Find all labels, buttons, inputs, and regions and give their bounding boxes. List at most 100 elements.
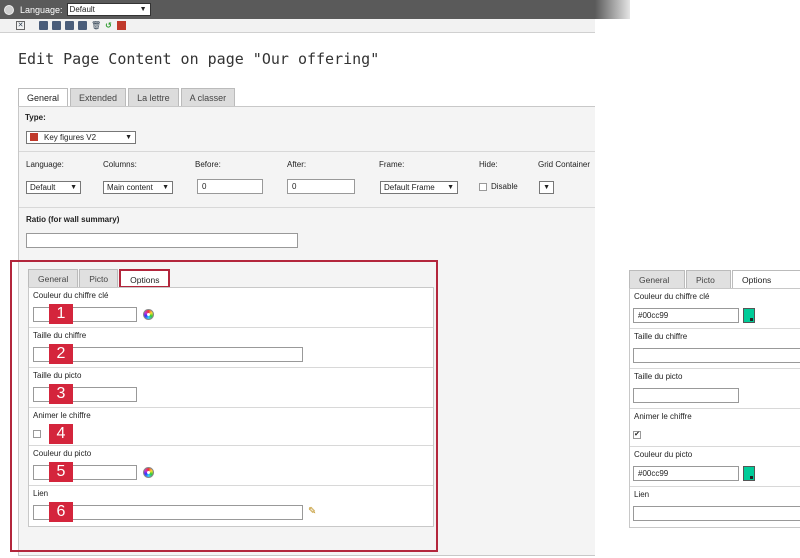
right-field-taille-chiffre: Taille du chiffre [630,329,800,369]
right-lien-input[interactable] [633,506,800,521]
chevron-down-icon: ▼ [543,184,550,191]
lien-input[interactable] [33,505,303,520]
field-label: Taille du chiffre [634,332,688,341]
grid-container-label: Grid Container [538,160,591,169]
right-field-couleur-picto: Couleur du picto #00cc99 [630,447,800,487]
right-taille-chiffre-input[interactable] [633,348,800,363]
columns-value: Main content [107,183,153,192]
before-label: Before: [195,160,221,169]
chevron-down-icon: ▼ [139,6,147,13]
tab-general[interactable]: General [18,88,69,107]
color-swatch[interactable] [743,466,755,481]
undo-icon[interactable]: ↺ [104,21,113,30]
subtab-options[interactable]: Options [119,269,171,288]
chevron-down-icon: ▼ [162,184,169,191]
type-label: Type: [25,113,46,122]
chevron-down-icon: ▼ [125,134,132,141]
subtab-picto[interactable]: Picto [79,269,119,288]
callout-badge: 2 [49,344,73,364]
language-field-select[interactable]: Default ▼ [26,181,81,194]
right-field-lien: Lien [630,487,800,528]
color-picker-icon[interactable] [143,467,154,478]
field-label: Lien [33,489,49,498]
right-subtab-general[interactable]: General [629,270,685,289]
hide-checkbox[interactable] [479,183,487,191]
field-label: Taille du chiffre [33,331,87,340]
save-close-icon[interactable] [65,21,74,30]
field-couleur-picto: Couleur du picto 5 [29,446,433,486]
main-tabs: General Extended La lettre A classer [18,88,237,107]
frame-label: Frame: [379,160,405,169]
field-label: Lien [634,490,650,499]
field-label: Taille du picto [634,372,683,381]
right-sub-tabs: General Picto Options [629,270,800,289]
language-label: Language: [20,4,63,15]
top-bar-fade [595,0,630,19]
globe-icon [4,4,14,15]
save-new-icon[interactable] [78,21,87,30]
hide-checkbox-label: Disable [491,182,518,191]
right-taille-picto-input[interactable] [633,388,739,403]
after-label: After: [287,160,307,169]
tab-la-lettre[interactable]: La lettre [128,88,179,107]
subtab-general[interactable]: General [28,269,79,288]
language-select[interactable]: Default ▼ [66,3,151,16]
content-type-icon [30,133,38,141]
field-lien: Lien ✎ 6 [29,486,433,527]
top-bar: Language: Default ▼ [0,0,595,19]
columns-select[interactable]: Main content ▼ [103,181,173,194]
field-label: Animer le chiffre [634,412,692,421]
hide-label: Hide: [479,160,498,169]
doc-toolbar: ✕ 🗑 ↺ [0,19,595,33]
taille-chiffre-input[interactable] [33,347,303,362]
chevron-down-icon: ▼ [447,184,454,191]
language-select-value: Default [69,5,95,14]
language-field-value: Default [30,183,56,192]
callout-badge: 3 [49,384,73,404]
ratio-label: Ratio (for wall summary) [26,215,120,224]
field-taille-chiffre: Taille du chiffre 2 [29,328,433,368]
save-icon[interactable] [39,21,48,30]
columns-label: Columns: [103,160,137,169]
color-picker-icon[interactable] [143,309,154,320]
sub-tabs: General Picto Options [28,269,171,288]
tab-extended[interactable]: Extended [70,88,127,107]
color-swatch[interactable] [743,308,755,323]
callout-badge: 4 [49,424,73,444]
field-label: Couleur du chiffre clé [33,291,109,300]
animer-chiffre-checkbox[interactable] [33,430,41,438]
tab-a-classer[interactable]: A classer [180,88,236,107]
field-animer-chiffre: Animer le chiffre 4 [29,408,433,446]
field-taille-picto: Taille du picto 3 [29,368,433,408]
options-highlight-frame: General Picto Options Couleur du chiffre… [10,260,438,552]
link-wizard-icon[interactable]: ✎ [308,507,320,517]
frame-select[interactable]: Default Frame ▼ [380,181,458,194]
frame-value: Default Frame [384,183,435,192]
right-couleur-chiffre-input[interactable]: #00cc99 [633,308,739,323]
page-title: Edit Page Content on page "Our offering" [18,50,380,68]
after-input[interactable]: 0 [287,179,355,194]
right-options-form: Couleur du chiffre clé #00cc99 Taille du… [629,288,800,528]
right-subtab-options[interactable]: Options [732,270,800,289]
field-label: Animer le chiffre [33,411,91,420]
chevron-down-icon: ▼ [70,184,77,191]
field-label: Couleur du chiffre clé [634,292,710,301]
field-label: Couleur du picto [33,449,92,458]
before-input[interactable]: 0 [197,179,263,194]
history-icon[interactable] [117,21,126,30]
field-label: Couleur du picto [634,450,693,459]
type-select[interactable]: Key figures V2 ▼ [26,131,136,144]
callout-badge: 1 [49,304,73,324]
right-field-couleur-chiffre: Couleur du chiffre clé #00cc99 [630,289,800,329]
grid-container-select[interactable]: ▼ [539,181,554,194]
right-subtab-picto[interactable]: Picto [686,270,731,289]
right-couleur-picto-input[interactable]: #00cc99 [633,466,739,481]
delete-icon[interactable]: 🗑 [91,21,101,30]
right-field-taille-picto: Taille du picto [630,369,800,409]
language-field-label: Language: [26,160,64,169]
right-field-animer-chiffre: Animer le chiffre ✔ [630,409,800,447]
save-view-icon[interactable] [52,21,61,30]
right-animer-chiffre-checkbox[interactable]: ✔ [633,431,641,439]
ratio-input[interactable] [26,233,298,248]
close-icon[interactable]: ✕ [16,21,25,30]
